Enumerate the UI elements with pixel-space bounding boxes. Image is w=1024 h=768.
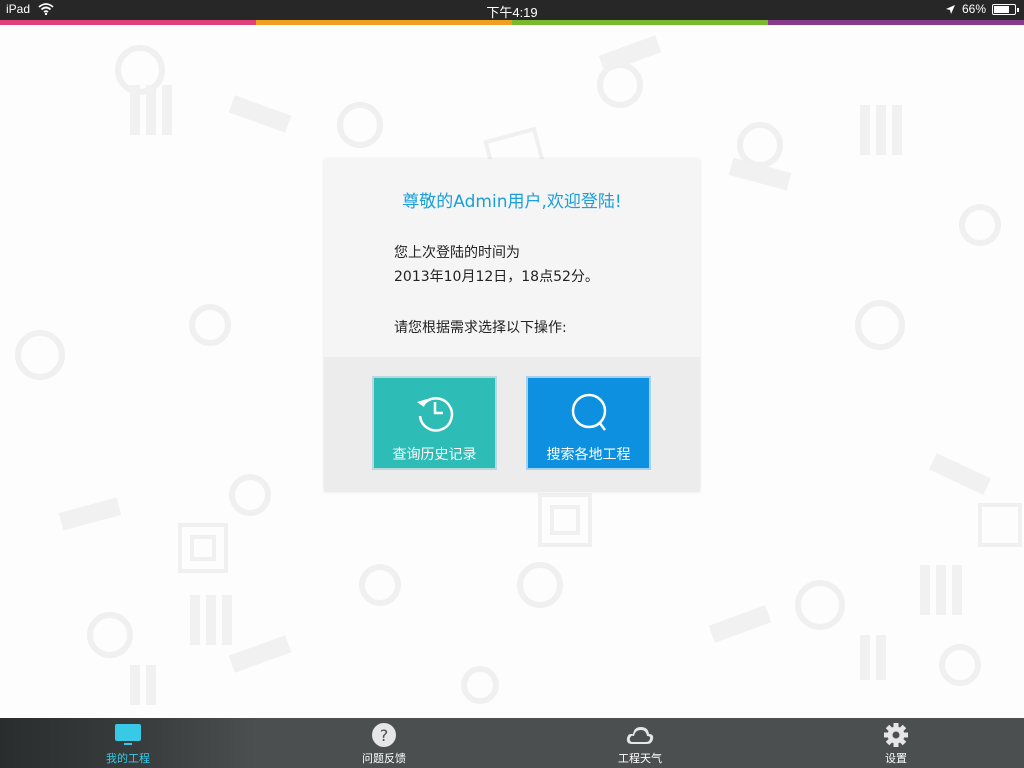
tab-label: 我的工程 [106, 752, 150, 765]
question-icon: ? [372, 723, 396, 747]
tab-weather[interactable]: 工程天气 [512, 718, 768, 768]
last-login-info: 您上次登陆的时间为 2013年10月12日，18点52分。 [394, 241, 599, 289]
app-screen: iPad 下午4:19 66% 尊敬的Admin用户,欢迎登陆! 您上次登陆的时… [0, 0, 1024, 768]
history-button-label: 查询历史记录 [392, 447, 477, 463]
last-login-label: 您上次登陆的时间为 [394, 245, 520, 261]
cloud-icon [626, 727, 654, 744]
tab-label: 问题反馈 [362, 752, 406, 765]
tab-bar: 我的工程 ? 问题反馈 工程天气 设置 [0, 718, 1024, 768]
search-button-label: 搜索各地工程 [546, 447, 631, 463]
history-button[interactable]: 查询历史记录 [372, 376, 497, 470]
search-projects-button[interactable]: 搜索各地工程 [526, 376, 651, 470]
battery-icon [992, 3, 1019, 15]
location-arrow-icon [945, 4, 955, 14]
battery-percent: 66% [961, 2, 986, 16]
action-area: 查询历史记录 搜索各地工程 [324, 357, 700, 492]
welcome-greeting: 尊敬的Admin用户,欢迎登陆! [402, 192, 622, 212]
tab-my-projects[interactable]: 我的工程 [0, 718, 256, 768]
monitor-icon [115, 724, 141, 745]
welcome-card: 尊敬的Admin用户,欢迎登陆! 您上次登陆的时间为 2013年10月12日，1… [324, 159, 700, 492]
history-clock-icon [417, 397, 454, 432]
last-login-time: 2013年10月12日，18点52分。 [394, 269, 599, 285]
search-icon [571, 393, 607, 431]
gear-icon [884, 723, 908, 747]
battery-fill [994, 5, 1009, 13]
tab-feedback[interactable]: ? 问题反馈 [256, 718, 512, 768]
status-bar: iPad 下午4:19 66% [0, 0, 1024, 20]
status-right: 66% [945, 2, 1019, 16]
svg-text:?: ? [380, 726, 389, 745]
tab-label: 工程天气 [618, 752, 662, 765]
tab-label: 设置 [885, 752, 907, 765]
tab-settings[interactable]: 设置 [768, 718, 1024, 768]
action-prompt: 请您根据需求选择以下操作: [394, 320, 567, 336]
status-time: 下午4:19 [486, 5, 538, 20]
